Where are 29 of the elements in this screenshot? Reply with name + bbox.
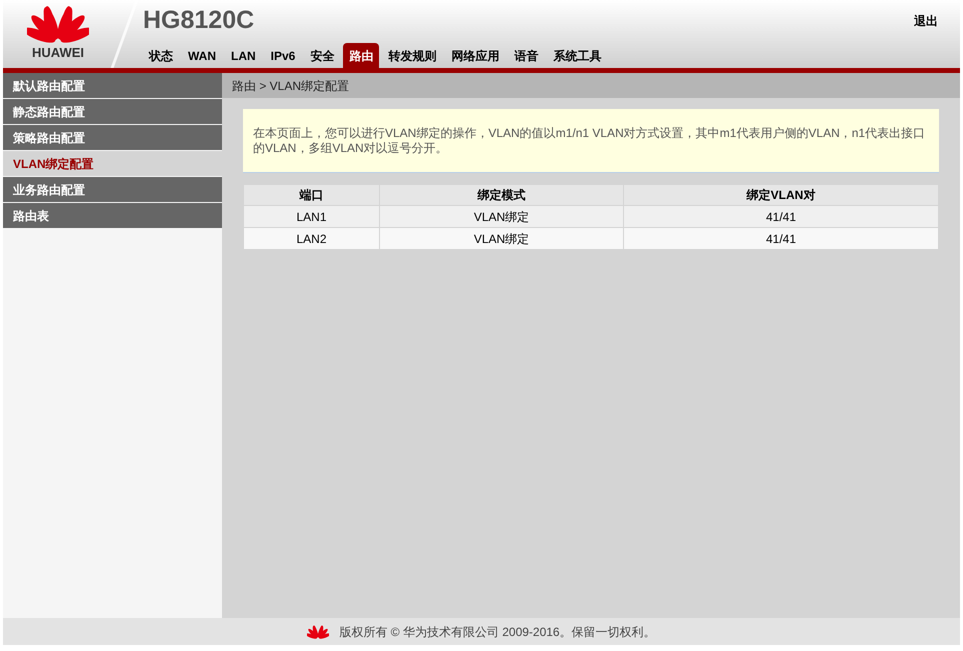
sidebar-item[interactable]: 业务路由配置 <box>3 177 222 202</box>
nav-tab[interactable]: 转发规则 <box>382 43 442 68</box>
copyright-text: 版权所有 © 华为技术有限公司 2009-2016。保留一切权利。 <box>339 624 656 640</box>
notice-text: 在本页面上，您可以进行VLAN绑定的操作，VLAN的值以m1/n1 VLAN对方式设置，其中m1代表用户侧的VLAN，n1代表出接口的VLAN，多组VLAN对以逗号分开。 <box>243 109 939 173</box>
sidebar-item[interactable]: 静态路由配置 <box>3 99 222 124</box>
sidebar-item[interactable]: 路由表 <box>3 203 222 228</box>
logout-link[interactable]: 退出 <box>914 12 938 30</box>
nav-tab[interactable]: LAN <box>225 43 262 68</box>
nav-tab[interactable]: 状态 <box>143 43 179 68</box>
table-cell: 41/41 <box>624 228 938 250</box>
logo-icon <box>307 624 330 640</box>
nav-tab[interactable]: 路由 <box>343 43 380 68</box>
nav-tab[interactable]: WAN <box>182 43 222 68</box>
nav-tab[interactable]: IPv6 <box>264 43 302 68</box>
brand-name: HUAWEI <box>32 46 84 59</box>
nav-tab[interactable]: 网络应用 <box>445 43 506 68</box>
nav-tab[interactable]: 安全 <box>304 43 340 68</box>
nav-tab[interactable]: 系统工具 <box>547 43 608 68</box>
breadcrumb: 路由 > VLAN绑定配置 <box>222 73 960 98</box>
nav-tab[interactable]: 语音 <box>508 43 544 68</box>
sidebar-item[interactable]: VLAN绑定配置 <box>3 151 222 176</box>
model-title: HG8120C <box>143 5 254 33</box>
column-header: 绑定模式 <box>380 184 624 206</box>
table-cell: LAN2 <box>244 228 380 250</box>
column-header: 端口 <box>244 184 380 206</box>
table-cell: VLAN绑定 <box>380 228 624 250</box>
column-header: 绑定VLAN对 <box>624 184 938 206</box>
sidebar-item[interactable]: 默认路由配置 <box>3 73 222 98</box>
sidebar-item[interactable]: 策略路由配置 <box>3 125 222 150</box>
